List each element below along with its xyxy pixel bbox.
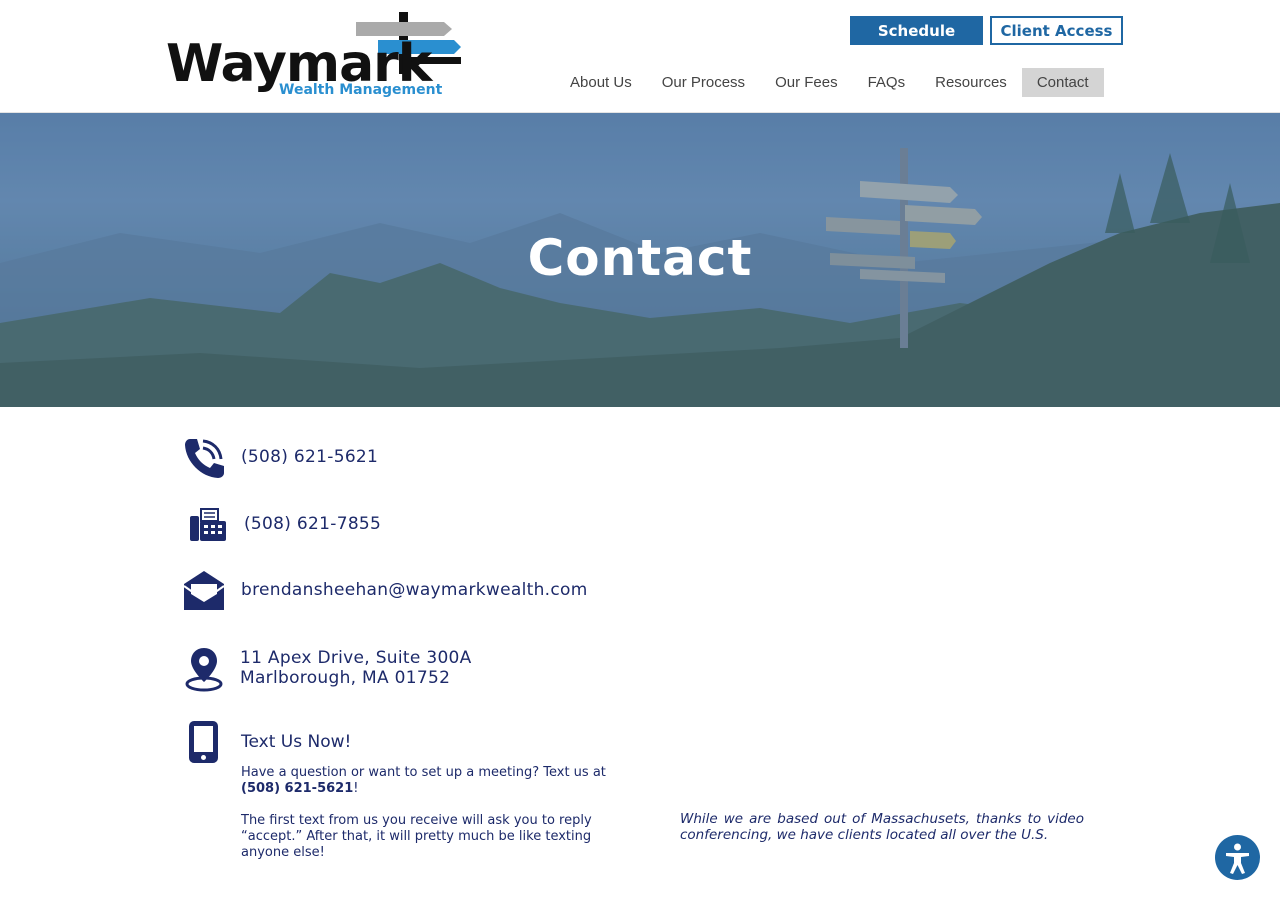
mobile-icon [189, 721, 218, 763]
phone-icon [185, 439, 224, 478]
address-line-2: Marlborough, MA 01752 [240, 668, 451, 688]
page-title: Contact [527, 229, 753, 287]
text-us-suffix: ! [353, 781, 359, 796]
fax-number[interactable]: (508) 621-7855 [244, 514, 381, 534]
nav-about-us[interactable]: About Us [555, 68, 647, 97]
location-icon [185, 648, 223, 692]
location-note: While we are based out of Massachusets, … [680, 811, 1084, 843]
email-link[interactable]: brendansheehan@waymarkwealth.com [241, 580, 588, 600]
hero-banner: Contact [0, 113, 1280, 407]
client-access-button[interactable]: Client Access [990, 16, 1123, 45]
fax-icon [190, 508, 226, 541]
logo-subtitle: Wealth Management [279, 82, 443, 98]
phone-number-link[interactable]: (508) 621-5621 [241, 447, 378, 467]
nav-our-fees[interactable]: Our Fees [760, 68, 853, 97]
nav-resources[interactable]: Resources [920, 68, 1022, 97]
site-header: Waymark Wealth Management Schedule Clien… [0, 0, 1280, 113]
text-us-reply-note: The first text from us you receive will … [241, 813, 592, 860]
waymark-logo[interactable]: Waymark Wealth Management [166, 12, 461, 104]
nav-contact[interactable]: Contact [1021, 68, 1104, 97]
text-us-heading: Text Us Now! [241, 732, 352, 752]
text-us-number[interactable]: (508) 621-5621 [241, 781, 353, 796]
accessibility-button[interactable] [1215, 835, 1260, 880]
schedule-button[interactable]: Schedule [850, 16, 983, 45]
nav-faqs[interactable]: FAQs [853, 68, 921, 97]
text-us-paragraph: Have a question or want to set up a meet… [241, 765, 621, 797]
text-us-prefix: Have a question or want to set up a meet… [241, 765, 606, 780]
email-icon [183, 571, 225, 610]
address-line-1: 11 Apex Drive, Suite 300A [240, 648, 472, 668]
main-nav: About Us Our Process Our Fees FAQs Resou… [555, 68, 1104, 97]
nav-our-process[interactable]: Our Process [647, 68, 760, 97]
accessibility-icon [1226, 843, 1249, 874]
